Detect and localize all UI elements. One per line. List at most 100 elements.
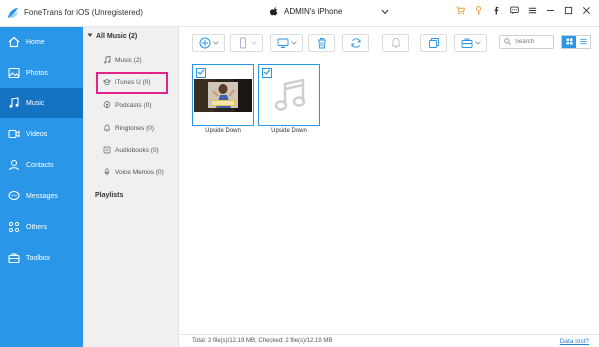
file-card[interactable]: [192, 64, 254, 126]
chevron-down-icon: [474, 41, 481, 45]
list-view-button[interactable]: [576, 36, 590, 48]
contacts-icon: [8, 159, 20, 171]
key-icon[interactable]: [474, 6, 483, 15]
triangle-down-icon: [87, 32, 93, 40]
sidebar-item-label: Messages: [26, 192, 58, 200]
sidebar-item-label: Videos: [26, 130, 48, 138]
list-icon: [579, 38, 587, 47]
all-music-header[interactable]: All Music (2): [87, 32, 137, 40]
sidebar-item-photos[interactable]: Photos: [0, 58, 83, 88]
category-label: Audiobooks (0): [115, 146, 159, 154]
add-button[interactable]: [192, 34, 225, 52]
status-bar: Total: 2 file(s)/12.19 MB; Checked: 2 fi…: [180, 334, 599, 347]
music-note-icon: [103, 56, 111, 64]
sidebar-item-label: Contacts: [26, 161, 54, 169]
cart-icon[interactable]: [456, 6, 465, 15]
refresh-button[interactable]: [342, 34, 369, 52]
category-audiobooks[interactable]: Audiobooks (0): [103, 146, 159, 154]
grid-icon: [565, 37, 573, 47]
duplicate-button[interactable]: [420, 34, 447, 52]
category-label: Voice Memos (0): [115, 168, 164, 176]
device-selector[interactable]: ADMIN's iPhone: [270, 7, 342, 16]
delete-button[interactable]: [308, 34, 335, 52]
category-panel: All Music (2) Music (2) iTunes U (0) Pod…: [83, 27, 179, 347]
videos-icon: [8, 128, 20, 140]
others-icon: [8, 221, 20, 233]
sidebar-item-home[interactable]: Home: [0, 27, 83, 57]
file-checkbox[interactable]: [262, 68, 272, 78]
toolbox-icon: [8, 252, 20, 264]
bell-icon: [103, 124, 111, 132]
sidebar-item-videos[interactable]: Videos: [0, 119, 83, 149]
chat-icon[interactable]: [510, 6, 519, 15]
playlists-label[interactable]: Playlists: [95, 192, 123, 199]
close-icon[interactable]: [582, 6, 591, 15]
toolbar: [180, 27, 599, 59]
search-box[interactable]: [499, 35, 554, 49]
minimize-icon[interactable]: [546, 6, 555, 15]
category-music[interactable]: Music (2): [103, 56, 142, 64]
maximize-icon[interactable]: [564, 6, 573, 15]
trash-icon: [316, 37, 328, 49]
copy-icon: [428, 37, 440, 49]
add-icon: [199, 37, 211, 49]
highlight-annotation-box: [96, 72, 168, 94]
app-logo-icon: [6, 6, 20, 20]
grid-view-button[interactable]: [562, 36, 576, 48]
chevron-down-icon[interactable]: [381, 9, 389, 15]
sidebar-item-label: Music: [26, 99, 45, 107]
sidebar-item-music[interactable]: Music: [0, 88, 83, 118]
category-label: Ringtones (0): [115, 124, 155, 132]
bell-icon: [390, 37, 402, 49]
data-lost-link[interactable]: Data lost?: [560, 338, 589, 345]
ringtone-maker-button[interactable]: [382, 34, 409, 52]
sidebar-item-label: Home: [26, 38, 45, 46]
sidebar-item-label: Photos: [26, 69, 48, 77]
phone-icon: [237, 37, 249, 49]
search-input[interactable]: [515, 39, 551, 45]
file-name: Upside Down: [205, 128, 241, 134]
file-checkbox[interactable]: [196, 68, 206, 78]
app-title: FoneTrans for iOS (Unregistered): [24, 8, 143, 17]
export-to-device-button[interactable]: [230, 34, 263, 52]
file-name: Upside Down: [271, 128, 307, 134]
device-name: ADMIN's iPhone: [284, 7, 343, 16]
microphone-icon: [103, 168, 111, 176]
category-podcasts[interactable]: Podcasts (0): [103, 101, 152, 109]
sidebar-item-label: Others: [26, 223, 48, 231]
music-icon: [8, 97, 20, 109]
album-artwork: [194, 79, 252, 112]
chevron-down-icon: [290, 41, 297, 45]
sidebar-item-label: Toolbox: [26, 254, 51, 262]
refresh-icon: [350, 37, 362, 49]
checkmark-icon: [197, 68, 205, 78]
apple-icon: [270, 7, 278, 16]
home-icon: [8, 36, 20, 48]
toolbox-menu-button[interactable]: [454, 34, 487, 52]
music-placeholder-icon: [273, 77, 307, 113]
search-icon: [504, 37, 511, 47]
facebook-icon[interactable]: [492, 6, 501, 15]
title-bar: FoneTrans for iOS (Unregistered) ADMIN's…: [0, 0, 599, 27]
status-text: Total: 2 file(s)/12.19 MB; Checked: 2 fi…: [192, 338, 333, 344]
export-to-pc-button[interactable]: [270, 34, 303, 52]
checkmark-icon: [263, 68, 271, 78]
messages-icon: [8, 190, 20, 202]
monitor-icon: [277, 37, 289, 49]
chevron-down-icon: [250, 41, 257, 45]
category-label: Podcasts (0): [115, 101, 152, 109]
category-ringtones[interactable]: Ringtones (0): [103, 124, 154, 132]
sidebar-item-toolbox[interactable]: Toolbox: [0, 243, 83, 273]
category-voice-memos[interactable]: Voice Memos (0): [103, 168, 164, 176]
chevron-down-icon: [212, 41, 219, 45]
sidebar-item-contacts[interactable]: Contacts: [0, 150, 83, 180]
file-card[interactable]: [258, 64, 320, 126]
briefcase-icon: [461, 37, 473, 49]
all-music-label: All Music (2): [96, 32, 138, 40]
sidebar-item-others[interactable]: Others: [0, 212, 83, 242]
podcast-icon: [103, 101, 111, 109]
sidebar-item-messages[interactable]: Messages: [0, 181, 83, 211]
category-label: Music (2): [115, 56, 142, 64]
view-toggle: [561, 35, 591, 49]
menu-icon[interactable]: [528, 6, 537, 15]
